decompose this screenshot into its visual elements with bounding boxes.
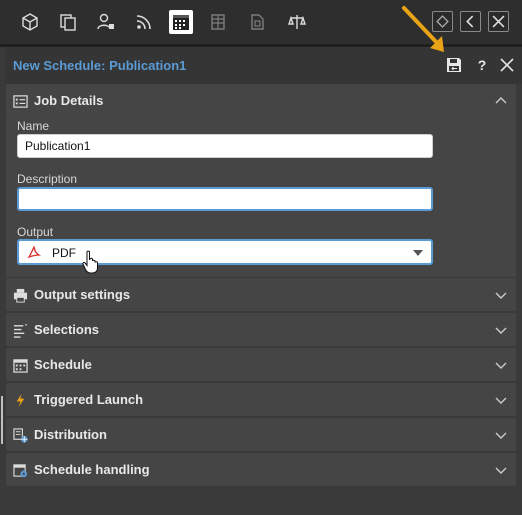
- section-triggered-launch[interactable]: Triggered Launch: [6, 383, 516, 416]
- chevron-up-icon[interactable]: [495, 95, 507, 107]
- calendar-icon: [12, 357, 28, 373]
- lightning-icon: [12, 392, 28, 408]
- printer-icon: [12, 287, 28, 303]
- description-field[interactable]: [17, 187, 433, 211]
- list-filter-icon: [12, 322, 28, 338]
- diamond-icon: [436, 15, 449, 28]
- diamond-button[interactable]: [432, 11, 453, 32]
- copy-pages-icon[interactable]: [56, 10, 80, 34]
- cube-icon[interactable]: [18, 10, 42, 34]
- chevron-down-icon[interactable]: [495, 324, 507, 336]
- section-label: Triggered Launch: [34, 392, 144, 407]
- top-toolbar: [0, 0, 522, 44]
- section-label: Distribution: [34, 427, 107, 442]
- section-selections[interactable]: Selections: [6, 313, 516, 346]
- pdf-icon: [27, 245, 41, 259]
- output-select[interactable]: PDF: [17, 239, 433, 265]
- output-selected-value: PDF: [52, 246, 76, 260]
- save-button[interactable]: [445, 56, 463, 74]
- close-icon: [500, 58, 514, 72]
- section-label: Selections: [34, 322, 100, 337]
- chevron-down-icon[interactable]: [495, 394, 507, 406]
- save-icon: [447, 58, 461, 72]
- document-icon[interactable]: [245, 10, 269, 34]
- section-label: Schedule: [34, 357, 92, 372]
- user-lock-icon[interactable]: [94, 10, 118, 34]
- section-distribution[interactable]: Distribution: [6, 418, 516, 451]
- section-schedule-handling[interactable]: Schedule handling: [6, 453, 516, 486]
- chevron-left-icon: [466, 15, 474, 28]
- close-panel-button[interactable]: [499, 56, 515, 74]
- hand-cursor-icon: [82, 250, 98, 274]
- calendar-grid-icon[interactable]: [169, 10, 193, 34]
- distribution-icon: [12, 427, 28, 443]
- chevron-down-icon[interactable]: [495, 359, 507, 371]
- chevron-down-icon[interactable]: [495, 464, 507, 476]
- schedule-gear-icon: [12, 462, 28, 478]
- section-output-settings[interactable]: Output settings: [6, 278, 516, 311]
- edge-marker: [1, 396, 3, 444]
- section-label: Output settings: [34, 287, 131, 302]
- close-window-button[interactable]: [488, 11, 509, 32]
- name-field[interactable]: Publication1: [17, 134, 433, 158]
- rss-feed-icon[interactable]: [132, 10, 156, 34]
- chevron-down-icon[interactable]: [495, 429, 507, 441]
- section-job-details[interactable]: Job Details: [6, 84, 516, 117]
- name-label: Name: [17, 119, 50, 133]
- back-button[interactable]: [460, 11, 481, 32]
- data-table-icon[interactable]: [207, 10, 231, 34]
- description-label: Description: [17, 172, 78, 186]
- help-button[interactable]: ?: [475, 56, 489, 74]
- panel-title: New Schedule: Publication1: [13, 58, 187, 73]
- section-label: Schedule handling: [34, 462, 150, 477]
- section-label: Job Details: [34, 93, 104, 108]
- close-icon: [492, 15, 505, 28]
- panel-header: New Schedule: Publication1 ?: [5, 47, 522, 84]
- output-label: Output: [17, 225, 54, 239]
- job-details-icon: [12, 93, 28, 109]
- balance-icon[interactable]: [285, 10, 309, 34]
- section-schedule[interactable]: Schedule: [6, 348, 516, 381]
- chevron-down-icon[interactable]: [495, 289, 507, 301]
- dropdown-caret-icon[interactable]: [413, 250, 423, 256]
